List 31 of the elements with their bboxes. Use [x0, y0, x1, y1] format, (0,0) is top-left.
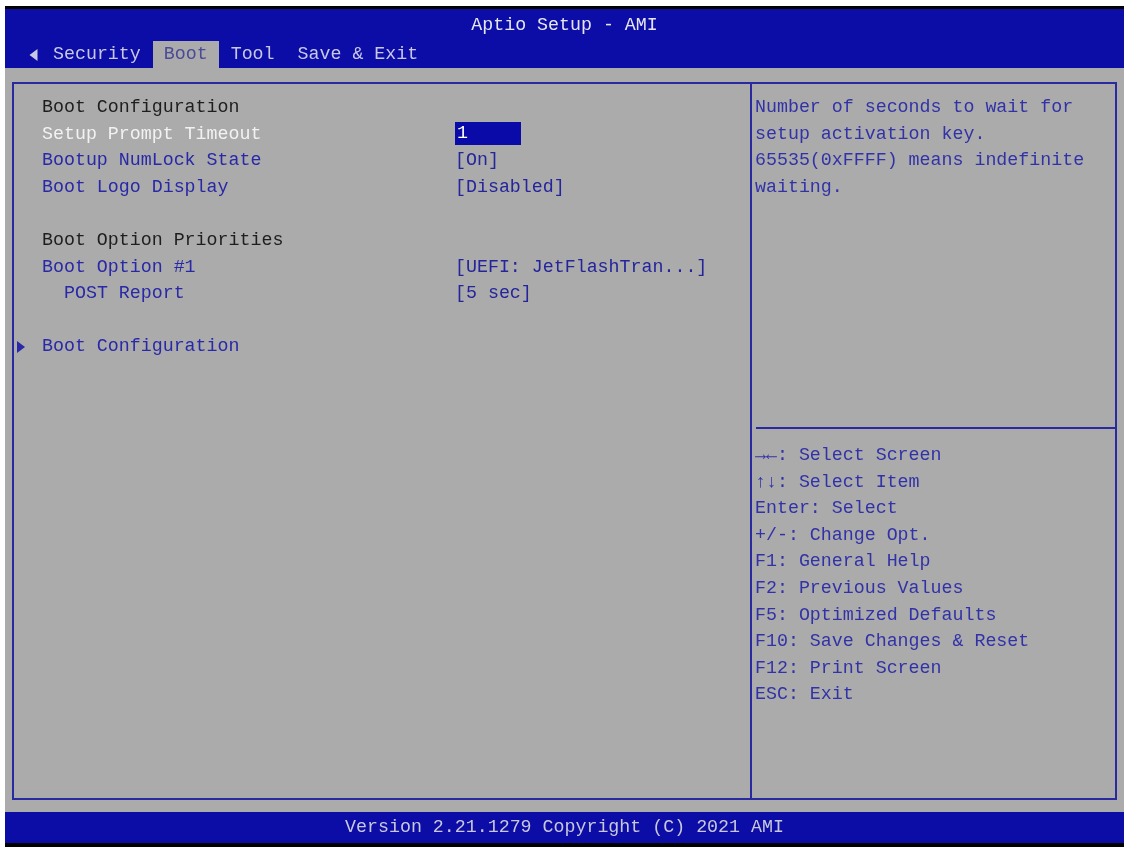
tab[interactable]: Save & Exit: [286, 41, 430, 68]
tab[interactable]: Boot: [152, 41, 219, 68]
setting-label[interactable]: Boot Option #1: [42, 253, 455, 281]
key-hint: F12: Print Screen: [755, 656, 942, 680]
triangle-left-icon: [29, 48, 38, 61]
setting-label[interactable]: Boot Logo Display: [42, 173, 455, 201]
key-hint: ↑↓: Select Item: [755, 470, 920, 494]
key-hint: F5: Optimized Defaults: [755, 603, 997, 627]
setting-label[interactable]: Bootup NumLock State: [42, 147, 455, 174]
setting-label[interactable]: POST Report: [42, 280, 455, 307]
triangle-right-icon: [17, 340, 25, 353]
submenu-item[interactable]: Boot Configuration: [14, 333, 750, 360]
window-title: Aptio Setup - AMI: [471, 15, 658, 35]
number-field[interactable]: 1: [455, 122, 521, 146]
option-value[interactable]: [On]: [455, 147, 499, 174]
section-heading: Boot Option Priorities: [42, 228, 285, 252]
key-hint: F1: General Help: [755, 550, 931, 574]
key-hint: F2: Previous Values: [755, 576, 964, 600]
key-hint: ESC: Exit: [755, 683, 854, 707]
option-value[interactable]: [Disabled]: [455, 173, 565, 201]
help-text: Number of seconds to wait for setup activation key. 65535(0xFFFF) means indefinite waiting.: [755, 96, 1086, 199]
tab[interactable]: Tool: [219, 41, 286, 68]
tab[interactable]: Security: [42, 41, 152, 68]
key-hint: Enter: Select: [755, 497, 898, 521]
copyright-text: Version 2.21.1279 Copyright (C) 2021 AMI: [345, 817, 784, 837]
option-value[interactable]: [UEFI: JetFlashTran...]: [455, 253, 708, 281]
option-value[interactable]: [5 sec]: [455, 280, 532, 307]
key-hint: →←: Select Screen: [755, 444, 942, 467]
key-hint: +/-: Change Opt.: [755, 523, 931, 547]
key-hint: F10: Save Changes & Reset: [755, 630, 1030, 654]
section-heading: Boot Configuration: [42, 96, 241, 119]
